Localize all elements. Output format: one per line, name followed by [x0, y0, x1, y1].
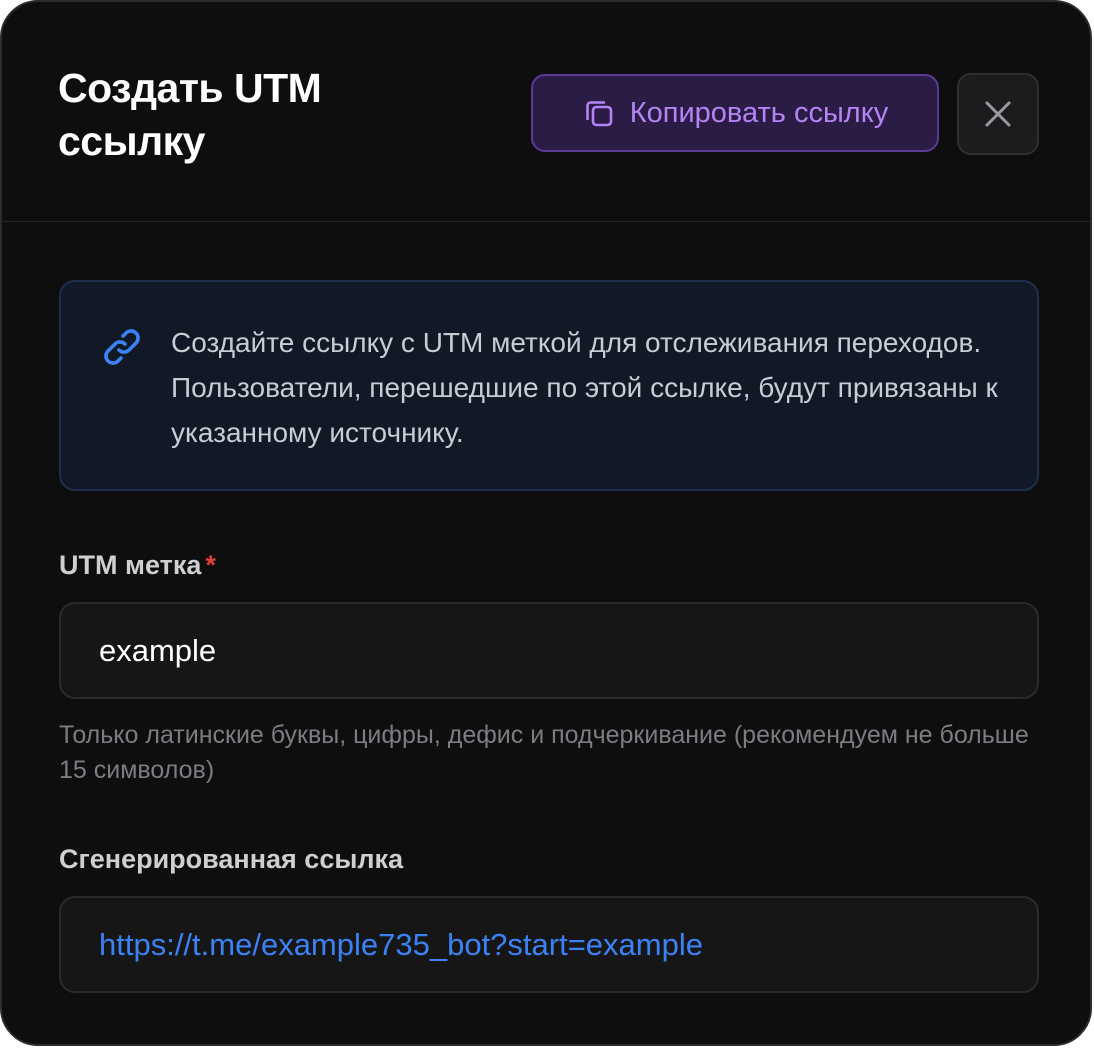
- generated-link-label-text: Сгенерированная ссылка: [59, 844, 404, 874]
- link-icon: [99, 324, 145, 370]
- required-marker: *: [205, 550, 216, 580]
- copy-link-button[interactable]: Копировать ссылку: [531, 74, 939, 152]
- close-icon: [983, 99, 1013, 129]
- utm-field-label: UTM метка *: [59, 550, 216, 581]
- info-text: Создайте ссылку с UTM меткой для отслежи…: [171, 327, 998, 448]
- copy-icon: [582, 96, 616, 130]
- generated-link-box: https://t.me/example735_bot?start=exampl…: [59, 896, 1039, 993]
- copy-link-label: Копировать ссылку: [629, 96, 889, 129]
- dialog-header: Создать UTM ссылку Копировать ссылку: [2, 2, 1090, 222]
- generated-link-label: Сгенерированная ссылка: [59, 844, 403, 875]
- info-banner: Создайте ссылку с UTM меткой для отслежи…: [59, 280, 1039, 491]
- close-button[interactable]: [957, 73, 1039, 155]
- generated-link[interactable]: https://t.me/example735_bot?start=exampl…: [99, 927, 703, 963]
- utm-input-wrapper[interactable]: [59, 602, 1039, 699]
- dialog-title: Создать UTM ссылку: [58, 65, 322, 164]
- utm-helper-text: Только латинские буквы, цифры, дефис и п…: [59, 721, 1029, 784]
- utm-field-label-text: UTM метка: [59, 550, 202, 580]
- utm-link-dialog: Создать UTM ссылку Копировать ссылку Соз…: [0, 0, 1092, 1046]
- utm-input[interactable]: [99, 632, 1037, 669]
